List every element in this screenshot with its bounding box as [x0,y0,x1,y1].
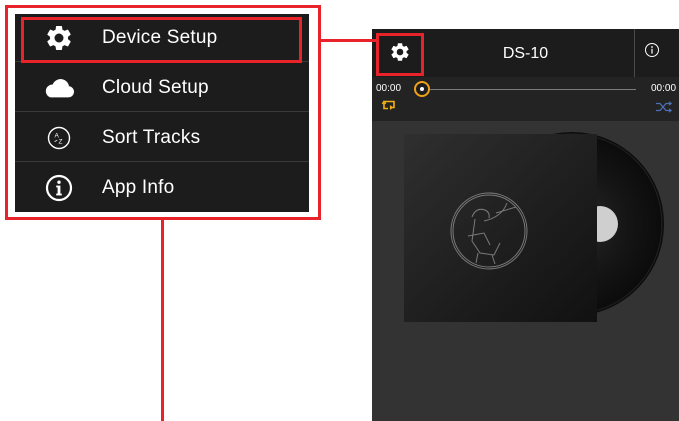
connector-line [321,39,376,42]
elapsed-time: 00:00 [376,83,402,94]
album-art [404,132,664,322]
player-screen: DS-10 00:00 00:00 [372,29,679,421]
shuffle-icon[interactable] [655,100,673,113]
connector-line [161,220,164,421]
progress-thumb[interactable] [414,81,430,97]
album-area [372,121,679,421]
device-setup-highlight [21,17,302,63]
info-icon[interactable] [644,42,660,58]
playback-bar: 00:00 00:00 [372,77,679,121]
header-divider [634,29,635,77]
repeat-icon[interactable] [381,98,397,112]
settings-gear-highlight [376,33,424,76]
total-time: 00:00 [651,83,677,94]
progress-track[interactable] [424,89,636,90]
